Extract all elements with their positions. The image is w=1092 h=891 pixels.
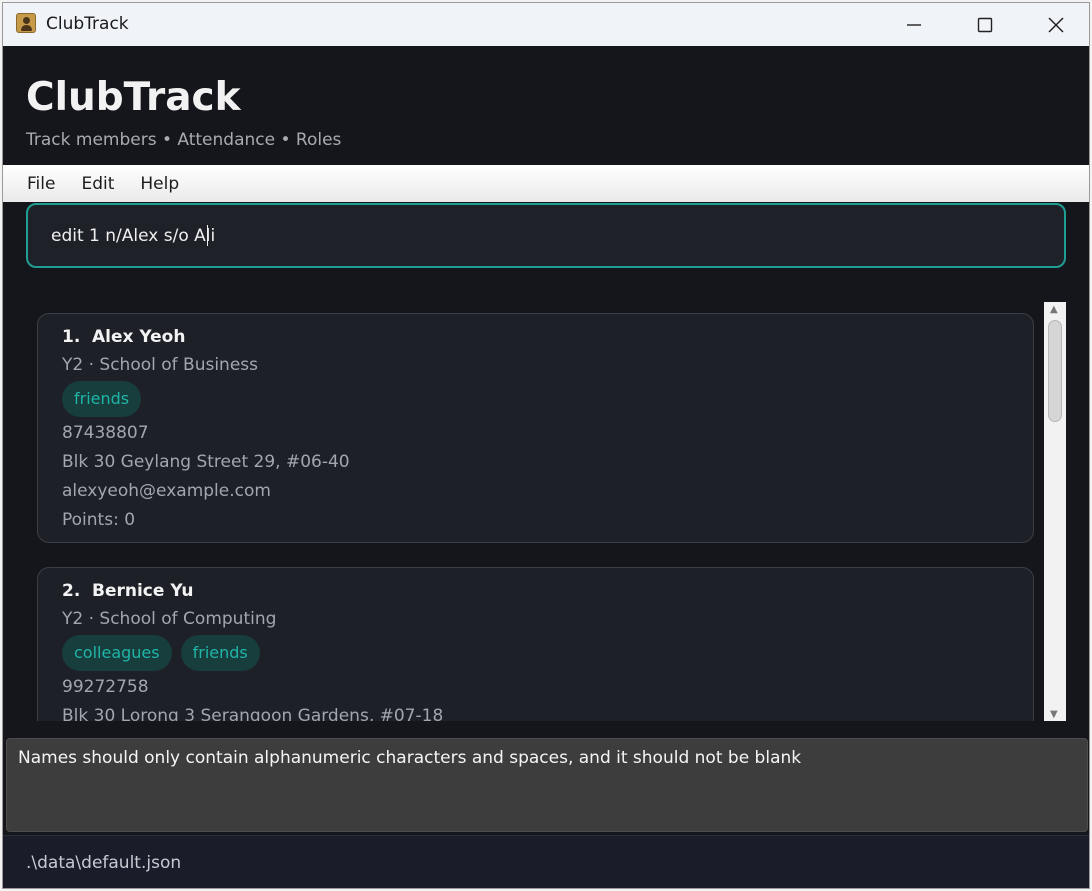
- command-area: [3, 202, 1089, 297]
- text-caret: [207, 225, 208, 246]
- status-bar: .\data\default.json: [3, 835, 1089, 888]
- person-name-row: 1. Alex Yeoh: [62, 327, 185, 347]
- scroll-thumb[interactable]: [1048, 320, 1062, 422]
- person-phone: 87438807: [62, 423, 149, 443]
- data-file-path: .\data\default.json: [26, 853, 182, 873]
- person-year-faculty: Y2 · School of Business: [62, 355, 259, 375]
- tag-chip: colleagues: [62, 635, 172, 671]
- list-scrollbar[interactable]: ▲ ▼: [1044, 302, 1066, 721]
- person-index: 1.: [62, 327, 81, 347]
- person-address: Blk 30 Lorong 3 Serangoon Gardens, #07-1…: [62, 706, 444, 721]
- menu-edit[interactable]: Edit: [68, 174, 127, 194]
- minimize-button[interactable]: [879, 3, 949, 46]
- person-card[interactable]: 1. Alex Yeoh Y2 · School of Business frie…: [37, 313, 1034, 543]
- menu-help[interactable]: Help: [127, 174, 192, 194]
- maximize-icon: [977, 17, 993, 32]
- person-tags: friends: [62, 381, 142, 417]
- person-name: Alex Yeoh: [92, 327, 186, 347]
- address-book-icon: [16, 13, 36, 33]
- tag-chip: friends: [62, 381, 142, 417]
- app-header: ClubTrack Track members • Attendance • R…: [3, 46, 1089, 165]
- person-index: 2.: [62, 581, 81, 601]
- result-display: Names should only contain alphanumeric c…: [6, 738, 1088, 832]
- command-input[interactable]: [26, 203, 1066, 268]
- scroll-up-icon[interactable]: ▲: [1050, 304, 1058, 315]
- close-icon: [1048, 16, 1064, 33]
- person-email: alexyeoh@example.com: [62, 481, 271, 501]
- tag-chip: friends: [180, 635, 260, 671]
- person-list[interactable]: 1. Alex Yeoh Y2 · School of Business frie…: [3, 297, 1069, 721]
- person-address: Blk 30 Geylang Street 29, #06-40: [62, 452, 350, 472]
- result-area: Names should only contain alphanumeric c…: [3, 721, 1089, 835]
- person-phone: 99272758: [62, 677, 149, 697]
- brand-subtitle: Track members • Attendance • Roles: [26, 130, 342, 150]
- menu-file[interactable]: File: [14, 174, 68, 194]
- close-button[interactable]: [1021, 3, 1089, 46]
- scroll-down-icon[interactable]: ▼: [1050, 709, 1058, 720]
- window-title: ClubTrack: [46, 14, 129, 34]
- person-name: Bernice Yu: [92, 581, 194, 601]
- app-window: ClubTrack ClubTrack Track members • Atte…: [2, 2, 1090, 889]
- person-tags: colleagues friends: [62, 635, 260, 671]
- menu-bar: File Edit Help: [3, 165, 1089, 202]
- title-bar[interactable]: ClubTrack: [3, 3, 1089, 46]
- maximize-button[interactable]: [950, 3, 1020, 46]
- minimize-icon: [907, 23, 921, 26]
- person-points: Points: 0: [62, 510, 136, 530]
- person-card[interactable]: 2. Bernice Yu Y2 · School of Computing co…: [37, 567, 1034, 721]
- person-year-faculty: Y2 · School of Computing: [62, 609, 277, 629]
- person-name-row: 2. Bernice Yu: [62, 581, 194, 601]
- brand-title: ClubTrack: [26, 75, 241, 120]
